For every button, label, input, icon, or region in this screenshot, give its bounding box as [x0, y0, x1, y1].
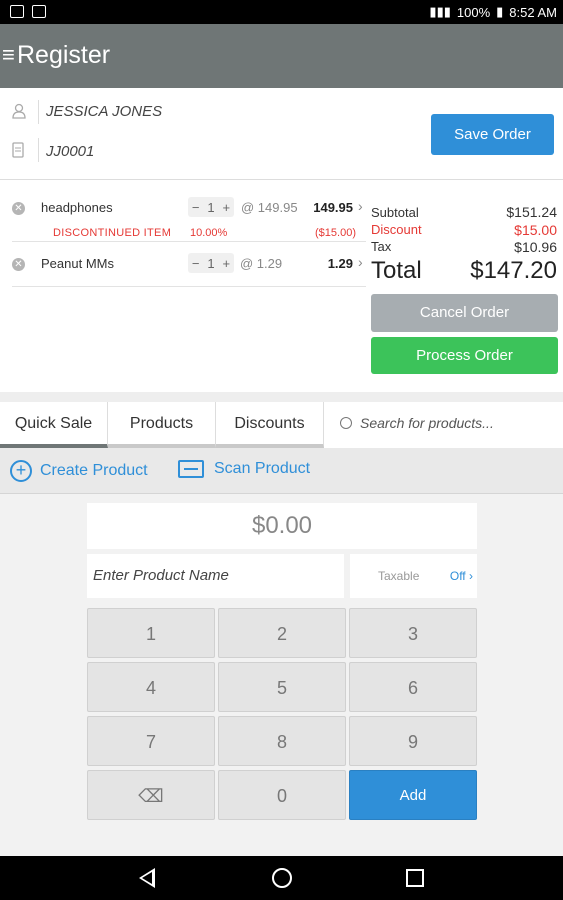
key-9[interactable]: 9 — [349, 716, 477, 766]
notification-icon — [10, 5, 24, 18]
remove-item-icon[interactable]: ✕ — [12, 202, 25, 215]
customer-id[interactable]: JJ0001 — [46, 143, 94, 160]
product-name-input[interactable]: Enter Product Name — [87, 554, 344, 598]
process-order-button[interactable]: Process Order — [371, 337, 558, 374]
divider — [12, 286, 366, 287]
discount-amount: ($15.00) — [315, 227, 356, 239]
key-3[interactable]: 3 — [349, 608, 477, 658]
quantity-value: 1 — [207, 199, 215, 215]
taxable-label: Taxable — [378, 569, 420, 583]
battery-icon: ▮ — [496, 4, 504, 19]
search-icon — [340, 417, 352, 429]
key-4[interactable]: 4 — [87, 662, 215, 712]
tax-value: $10.96 — [514, 239, 557, 255]
tab-quick-sale[interactable]: Quick Sale — [0, 402, 108, 448]
divider — [38, 100, 39, 124]
unit-price: @ 149.95 — [241, 200, 298, 215]
page-title: Register — [17, 41, 111, 69]
system-nav-bar — [0, 856, 563, 900]
action-bar: + Create Product Scan Product — [0, 448, 563, 494]
total-value: $147.20 — [470, 257, 557, 284]
quantity-stepper[interactable]: − 1 + — [188, 253, 234, 273]
person-icon — [12, 103, 28, 119]
signal-icon: ▮▮▮ — [429, 4, 451, 19]
chevron-right-icon[interactable]: › — [358, 254, 363, 270]
minus-icon[interactable]: − — [192, 200, 200, 215]
key-5[interactable]: 5 — [218, 662, 346, 712]
total-label: Total — [371, 257, 422, 284]
amount-display: $0.00 — [87, 503, 477, 549]
unit-price: @ 1.29 — [240, 256, 283, 271]
item-total: 1.29 — [327, 256, 353, 271]
recent-apps-icon[interactable] — [406, 869, 424, 887]
keypad-panel: $0.00 Enter Product Name Taxable Off › 1… — [0, 494, 563, 856]
card-icon — [12, 142, 28, 158]
tab-products[interactable]: Products — [108, 402, 216, 448]
item-name[interactable]: headphones — [41, 200, 113, 215]
taxable-toggle[interactable]: Taxable Off › — [350, 554, 477, 598]
key-7[interactable]: 7 — [87, 716, 215, 766]
scan-product-button[interactable]: Scan Product — [178, 460, 310, 478]
key-8[interactable]: 8 — [218, 716, 346, 766]
divider — [38, 138, 39, 162]
home-icon[interactable] — [272, 868, 292, 888]
search-placeholder: Search for products... — [360, 415, 494, 431]
cart-panel: ✕ headphones − 1 + @ 149.95 149.95 › DIS… — [0, 182, 563, 392]
search-box[interactable]: Search for products... — [340, 415, 494, 431]
tax-label: Tax — [371, 239, 392, 254]
customer-section: JESSICA JONES JJ0001 Save Order — [0, 88, 563, 180]
plus-icon[interactable]: + — [222, 200, 230, 215]
key-0[interactable]: 0 — [218, 770, 346, 820]
quantity-value: 1 — [207, 255, 215, 271]
app-bar: ≡ Register — [0, 24, 563, 88]
clock: 8:52 AM — [509, 4, 557, 20]
plus-icon[interactable]: + — [222, 256, 230, 271]
divider — [12, 241, 366, 242]
key-2[interactable]: 2 — [218, 608, 346, 658]
customer-name[interactable]: JESSICA JONES — [46, 103, 162, 120]
menu-icon[interactable]: ≡ — [2, 44, 15, 66]
backspace-icon: ⌫ — [138, 786, 164, 806]
save-order-button[interactable]: Save Order — [431, 114, 554, 155]
item-total: 149.95 — [313, 200, 353, 215]
status-bar: ▮▮▮ 100% ▮ 8:52 AM — [0, 0, 563, 24]
create-product-label: Create Product — [40, 462, 148, 479]
image-icon — [32, 5, 46, 18]
add-button[interactable]: Add — [349, 770, 477, 820]
taxable-value: Off › — [449, 569, 473, 583]
scan-product-label: Scan Product — [214, 460, 311, 477]
backspace-key[interactable]: ⌫ — [87, 770, 215, 820]
remove-item-icon[interactable]: ✕ — [12, 258, 25, 271]
cancel-order-button[interactable]: Cancel Order — [371, 294, 558, 332]
back-icon[interactable] — [139, 868, 155, 888]
create-product-button[interactable]: + Create Product — [10, 460, 148, 482]
tab-bar: Quick Sale Products Discounts Search for… — [0, 392, 563, 448]
battery-level: 100% — [456, 4, 491, 20]
key-6[interactable]: 6 — [349, 662, 477, 712]
subtotal-label: Subtotal — [371, 205, 419, 220]
chevron-right-icon[interactable]: › — [358, 198, 363, 214]
tab-discounts[interactable]: Discounts — [216, 402, 324, 448]
discount-label: DISCONTINUED ITEM — [53, 227, 172, 239]
item-name[interactable]: Peanut MMs — [41, 256, 114, 271]
discount-label: Discount — [371, 222, 422, 237]
subtotal-value: $151.24 — [506, 204, 557, 220]
barcode-scan-icon — [178, 460, 204, 478]
key-1[interactable]: 1 — [87, 608, 215, 658]
minus-icon[interactable]: − — [192, 256, 200, 271]
add-circle-icon: + — [10, 460, 32, 482]
discount-value: $15.00 — [514, 222, 557, 238]
discount-percent: 10.00% — [190, 227, 228, 239]
quantity-stepper[interactable]: − 1 + — [188, 197, 234, 217]
